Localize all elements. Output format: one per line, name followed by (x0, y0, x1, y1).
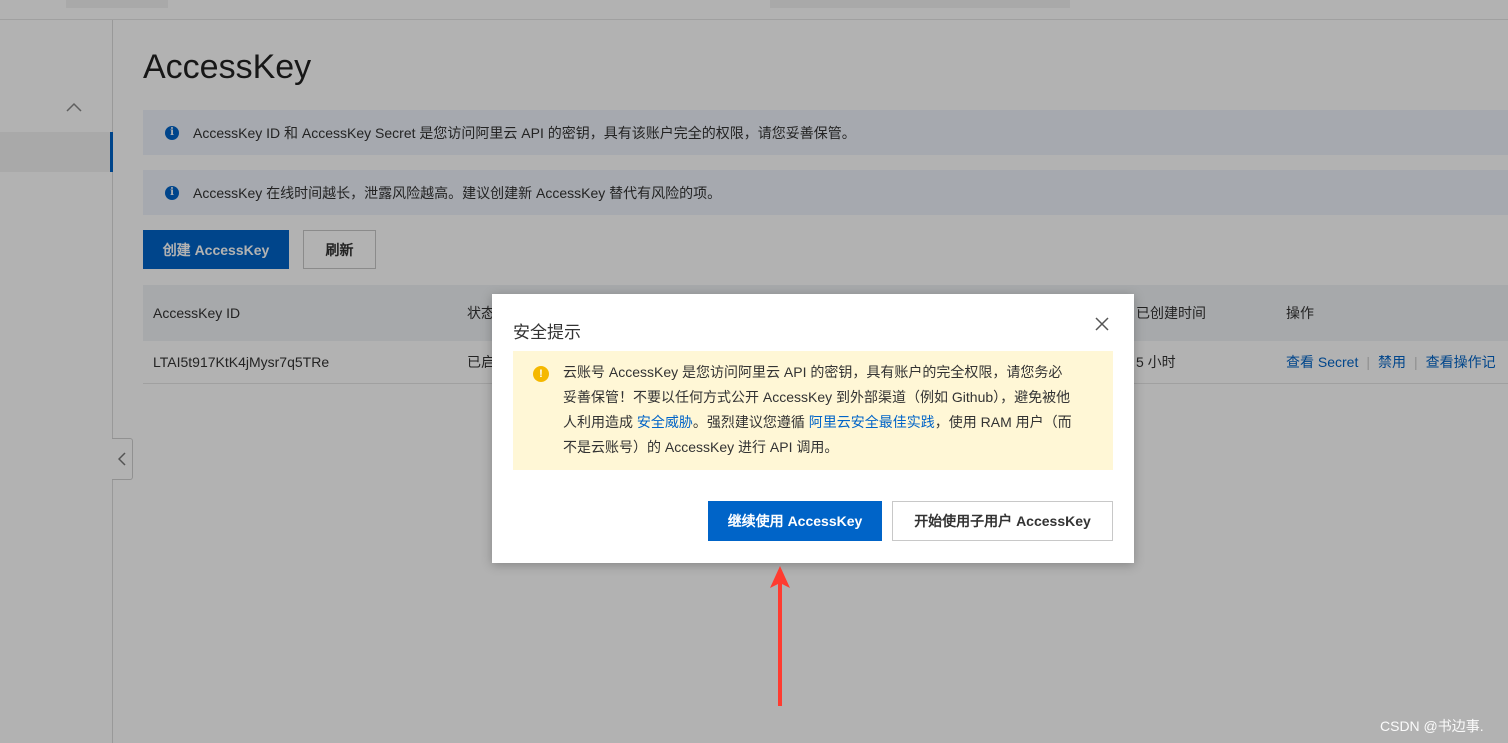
warning-text: 。强烈建议您遵循 (692, 414, 809, 430)
annotation-arrow-icon (770, 566, 790, 706)
close-icon[interactable] (1093, 315, 1111, 333)
warning-icon: ! (533, 366, 549, 382)
security-threat-link[interactable]: 安全威胁 (637, 414, 693, 430)
watermark: CSDN @书边事. (1380, 718, 1484, 734)
best-practice-link[interactable]: 阿里云安全最佳实践 (809, 414, 935, 430)
continue-accesskey-button[interactable]: 继续使用 AccessKey (708, 501, 882, 541)
security-dialog: 安全提示 ! 云账号 AccessKey 是您访问阿里云 API 的密钥，具有账… (492, 294, 1134, 563)
use-subuser-accesskey-button[interactable]: 开始使用子用户 AccessKey (892, 501, 1113, 541)
dialog-title: 安全提示 (513, 323, 581, 342)
warning-box: ! 云账号 AccessKey 是您访问阿里云 API 的密钥，具有账户的完全权… (513, 351, 1113, 470)
